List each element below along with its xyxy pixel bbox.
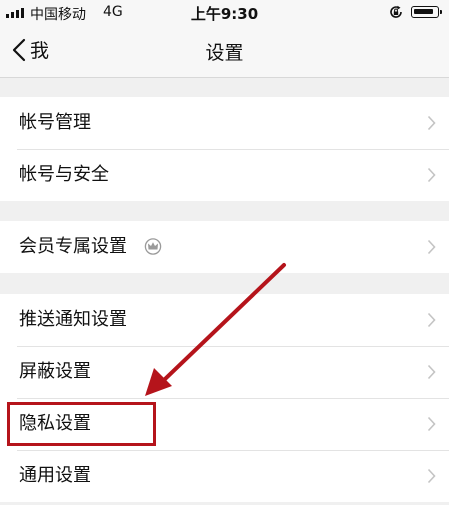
row-label: 通用设置 [19, 465, 91, 486]
status-time: 上午9:30 [190, 5, 259, 23]
settings-row-account-management[interactable]: 帐号管理 [0, 97, 449, 149]
settings-row-general[interactable]: 通用设置 [0, 450, 449, 502]
settings-row-push-notifications[interactable]: 推送通知设置 [0, 294, 449, 346]
annotation-highlight-box [7, 402, 156, 446]
chevron-right-icon [427, 239, 436, 255]
page-title: 设置 [205, 42, 244, 64]
row-label: 帐号管理 [19, 112, 91, 133]
chevron-right-icon [427, 115, 436, 131]
crown-icon [144, 238, 162, 255]
row-label: 会员专属设置 [19, 236, 127, 257]
settings-group-general: 推送通知设置 屏蔽设置 隐私设置 通用设置 [0, 294, 449, 502]
rotation-lock-icon [390, 5, 402, 18]
row-label: 帐号与安全 [19, 164, 109, 185]
row-label: 屏蔽设置 [19, 361, 91, 382]
settings-row-member-settings[interactable]: 会员专属设置 [0, 221, 449, 273]
chevron-right-icon [427, 364, 436, 380]
settings-group-account: 帐号管理 帐号与安全 [0, 97, 449, 201]
settings-group-membership: 会员专属设置 [0, 221, 449, 273]
chevron-right-icon [427, 312, 436, 328]
chevron-right-icon [427, 416, 436, 432]
status-bar: 中国移动 4G 上午9:30 [0, 0, 449, 26]
navigation-bar: 我 设置 [0, 26, 449, 78]
chevron-right-icon [427, 167, 436, 183]
row-label: 推送通知设置 [19, 309, 127, 330]
chevron-right-icon [427, 468, 436, 484]
battery-icon [411, 6, 442, 18]
settings-row-account-security[interactable]: 帐号与安全 [0, 149, 449, 201]
settings-row-blocking[interactable]: 屏蔽设置 [0, 346, 449, 398]
